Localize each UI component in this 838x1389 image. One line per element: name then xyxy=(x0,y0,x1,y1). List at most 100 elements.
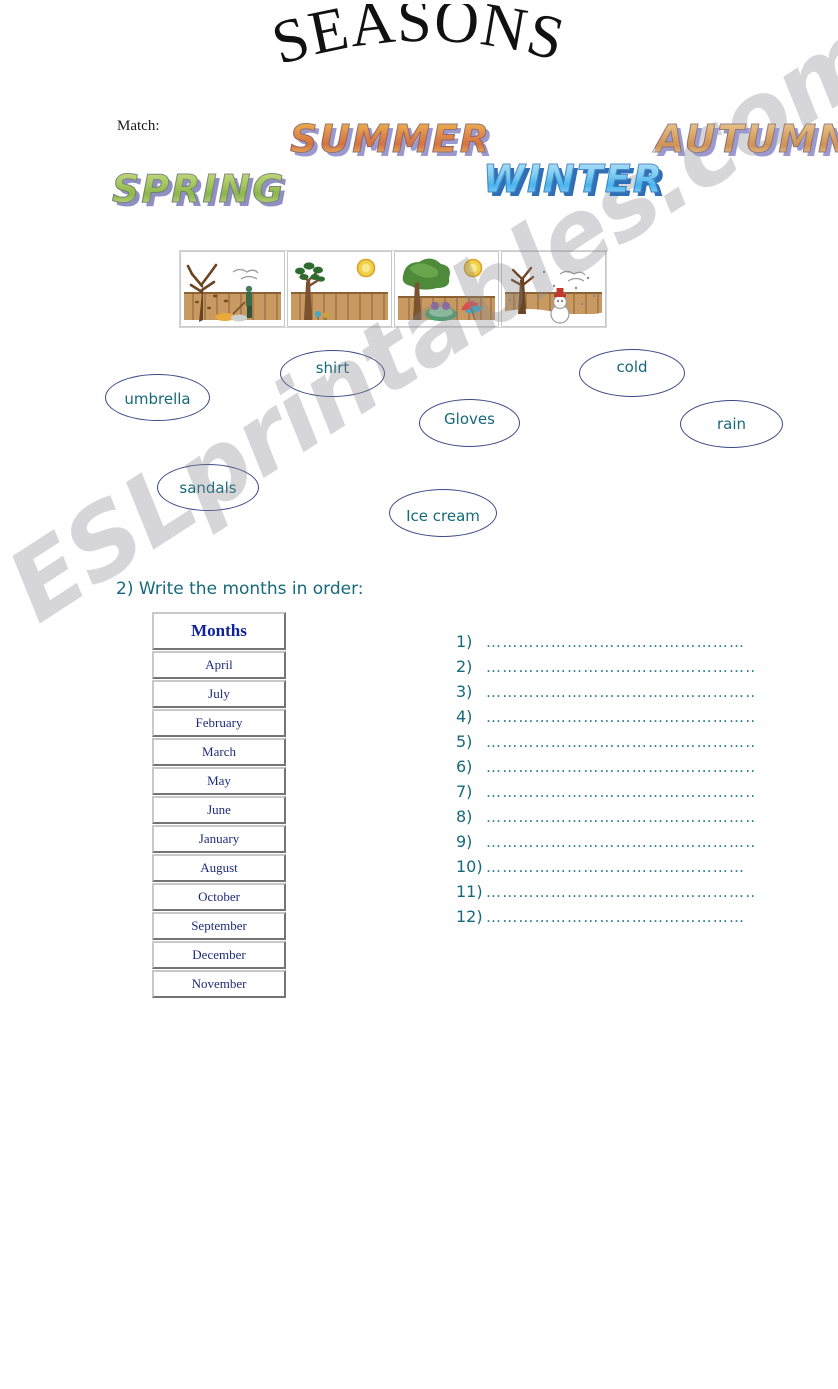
answer-line-blank[interactable]: …………………………………………… xyxy=(486,833,756,851)
summer-scene-icon xyxy=(395,252,498,326)
month-label: February xyxy=(195,715,243,730)
answer-line-number: 8) xyxy=(456,807,473,826)
season-wordart-autumn-face: AUTUMN xyxy=(655,117,838,161)
word-bubble-umbrella-label: umbrella xyxy=(124,389,191,408)
months-table-row: November xyxy=(152,970,286,998)
answer-line-number: 5) xyxy=(456,732,473,751)
months-table-header-label: Months xyxy=(191,621,247,640)
season-picture-winter xyxy=(501,251,606,327)
month-label: June xyxy=(207,802,231,817)
answer-lines-list: 1) ………………………………………… 2) ……………………………………………… xyxy=(456,632,756,932)
answer-line-number: 11) xyxy=(456,882,483,901)
season-wordart-spring: SPRING SPRING xyxy=(112,167,288,213)
answer-line[interactable]: 9) …………………………………………… xyxy=(456,832,756,857)
answer-line[interactable]: 7) …………………………………………… xyxy=(456,782,756,807)
answer-line-blank[interactable]: …………………………………………… xyxy=(486,783,756,801)
answer-line[interactable]: 11) …………………………………………… xyxy=(456,882,756,907)
answer-line-number: 9) xyxy=(456,832,473,851)
answer-line[interactable]: 2) …………………………………………… xyxy=(456,657,756,682)
month-label: November xyxy=(191,976,247,991)
word-bubble-gloves[interactable]: Gloves xyxy=(419,399,520,447)
answer-line-blank[interactable]: …………………………………………… xyxy=(486,808,756,826)
months-table-row: August xyxy=(152,854,286,882)
month-label: September xyxy=(191,918,247,933)
answer-line[interactable]: 5) ……………………………………………… xyxy=(456,732,756,757)
answer-line-number: 7) xyxy=(456,782,473,801)
answer-line-blank[interactable]: ……………………………………………… xyxy=(486,733,756,751)
months-table-row: October xyxy=(152,883,286,911)
months-table-row: February xyxy=(152,709,286,737)
season-wordart-winter-face: WINTER xyxy=(483,157,664,201)
word-bubble-ice-cream[interactable]: Ice cream xyxy=(389,489,497,537)
season-picture-autumn xyxy=(180,251,285,327)
season-wordart-summer: SUMMER SUMMER xyxy=(289,117,493,163)
autumn-scene-icon xyxy=(181,252,284,326)
season-wordart-summer-face: SUMMER xyxy=(289,117,492,161)
season-wordart-spring-face: SPRING xyxy=(112,167,286,211)
season-wordart-winter: WINTER WINTER xyxy=(483,157,667,203)
month-label: January xyxy=(198,831,240,846)
answer-line-blank[interactable]: …………………………………………… xyxy=(486,758,756,776)
answer-line-number: 1) xyxy=(456,632,473,651)
answer-line-blank[interactable]: ………………………………………… xyxy=(486,858,756,876)
title-artwork: SEASONS xyxy=(269,4,569,78)
word-bubble-rain-label: rain xyxy=(716,415,747,433)
months-table-row: June xyxy=(152,796,286,824)
month-label: December xyxy=(192,947,246,962)
word-bubble-shirt[interactable]: shirt xyxy=(280,350,385,397)
answer-line-blank[interactable]: ……………………………………………… xyxy=(486,683,756,701)
season-picture-strip xyxy=(179,250,607,328)
answer-line[interactable]: 12) ………………………………………… xyxy=(456,907,756,932)
months-table: Months April July February March May Jun… xyxy=(152,612,286,999)
word-bubble-cold[interactable]: cold xyxy=(579,349,685,397)
month-label: July xyxy=(208,686,230,701)
answer-line[interactable]: 8) …………………………………………… xyxy=(456,807,756,832)
answer-line[interactable]: 10) ………………………………………… xyxy=(456,857,756,882)
word-bubble-umbrella[interactable]: umbrella xyxy=(105,374,210,421)
page-title: SEASONS xyxy=(0,4,838,84)
answer-line-number: 2) xyxy=(456,657,473,676)
answer-line-number: 10) xyxy=(456,857,483,876)
answer-line-blank[interactable]: ………………………………………… xyxy=(486,908,756,926)
months-table-row: January xyxy=(152,825,286,853)
months-table-row: September xyxy=(152,912,286,940)
months-table-row: March xyxy=(152,738,286,766)
word-bubble-sandals-label: sandals xyxy=(179,478,237,497)
season-wordart-autumn: AUTUMN AUTUMN xyxy=(655,117,838,163)
months-table-row: July xyxy=(152,680,286,708)
spring-scene-icon xyxy=(288,252,391,326)
month-label: October xyxy=(198,889,240,904)
word-bubble-shirt-label: shirt xyxy=(315,358,350,377)
season-picture-spring xyxy=(287,251,392,327)
month-label: August xyxy=(200,860,238,875)
month-label: May xyxy=(207,773,231,788)
answer-line-blank[interactable]: …………………………………………… xyxy=(486,883,756,901)
answer-line-number: 12) xyxy=(456,907,483,926)
answer-line[interactable]: 1) ………………………………………… xyxy=(456,632,756,657)
answer-line-blank[interactable]: …………………………………………… xyxy=(486,708,756,726)
season-picture-summer xyxy=(394,251,499,327)
answer-line[interactable]: 3) ……………………………………………… xyxy=(456,682,756,707)
worksheet-page: SEASONS Match: SPRING SPRING SUMMER SUMM… xyxy=(0,0,838,1389)
word-bubble-gloves-label: Gloves xyxy=(444,410,495,428)
match-instruction: Match: xyxy=(117,118,160,134)
months-table-row: May xyxy=(152,767,286,795)
answer-line-blank[interactable]: …………………………………………… xyxy=(486,658,756,676)
months-table-row: April xyxy=(152,651,286,679)
month-label: April xyxy=(205,657,233,672)
months-table-row: December xyxy=(152,941,286,969)
answer-line-blank[interactable]: ………………………………………… xyxy=(486,633,756,651)
answer-line-number: 6) xyxy=(456,757,473,776)
word-bubble-ice-cream-label: Ice cream xyxy=(406,507,480,525)
month-label: March xyxy=(202,744,236,759)
winter-scene-icon xyxy=(502,252,605,326)
answer-line-number: 4) xyxy=(456,707,473,726)
months-instruction: 2) Write the months in order: xyxy=(116,579,364,599)
word-bubble-sandals[interactable]: sandals xyxy=(157,464,259,511)
title-text: SEASONS xyxy=(269,4,569,78)
word-bubble-cold-label: cold xyxy=(616,358,648,376)
answer-line-number: 3) xyxy=(456,682,473,701)
answer-line[interactable]: 4) …………………………………………… xyxy=(456,707,756,732)
word-bubble-rain[interactable]: rain xyxy=(680,400,783,448)
answer-line[interactable]: 6) …………………………………………… xyxy=(456,757,756,782)
